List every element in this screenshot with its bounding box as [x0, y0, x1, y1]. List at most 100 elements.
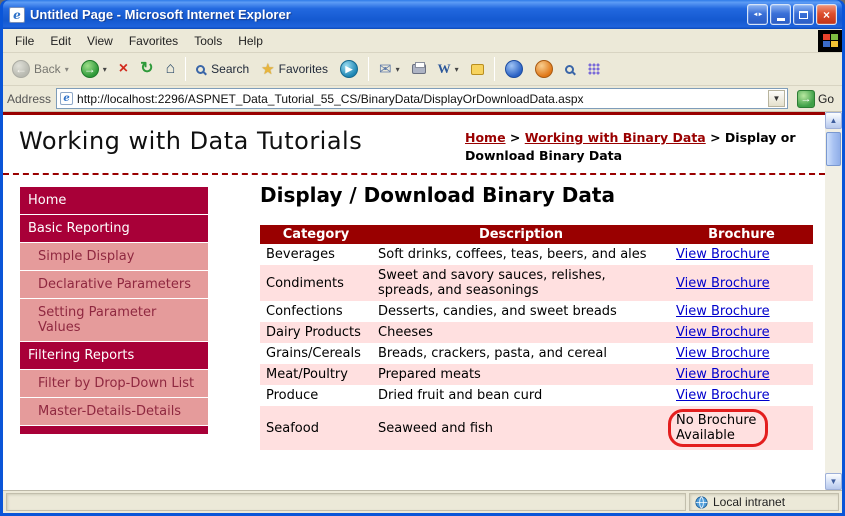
column-header-brochure: Brochure — [670, 225, 813, 244]
browser-window: e Untitled Page - Microsoft Internet Exp… — [0, 0, 845, 516]
vertical-scrollbar[interactable]: ▲ ▼ — [825, 112, 842, 490]
view-brochure-link[interactable]: View Brochure — [676, 367, 770, 382]
description-cell: Sweet and savory sauces, relishes, sprea… — [372, 265, 670, 301]
view-brochure-link[interactable]: View Brochure — [676, 346, 770, 361]
table-row: Condiments Sweet and savory sauces, reli… — [260, 265, 813, 301]
sidebar-item-filter-by-dropdown-list[interactable]: Filter by Drop-Down List — [20, 370, 208, 398]
forward-button[interactable]: → ▾ — [76, 58, 112, 80]
home-button[interactable]: ⌂ — [160, 59, 180, 79]
stop-icon: × — [119, 61, 128, 77]
menu-help[interactable]: Help — [230, 31, 271, 51]
page-icon: e — [60, 92, 73, 105]
sidebar-item-label: Filtering Reports — [28, 348, 134, 363]
sidebar-item-label: Basic Reporting — [28, 221, 130, 236]
back-button[interactable]: ← Back ▾ — [7, 58, 74, 80]
favorites-button[interactable]: ★ Favorites — [256, 60, 333, 79]
security-zone-label: Local intranet — [713, 495, 785, 509]
edit-button[interactable]: W ▾ — [433, 59, 464, 79]
menu-file[interactable]: File — [7, 31, 42, 51]
sidebar-item-master-details-details[interactable]: Master-Details-Details — [20, 398, 208, 426]
table-header-row: Category Description Brochure — [260, 225, 813, 244]
search-button[interactable]: Search — [191, 60, 254, 78]
plugin-button[interactable] — [530, 58, 558, 80]
go-button[interactable]: → Go — [793, 89, 838, 109]
messenger-icon — [505, 60, 523, 78]
sidebar-item-declarative-parameters[interactable]: Declarative Parameters — [20, 271, 208, 299]
discuss-icon — [471, 64, 484, 75]
view-brochure-link[interactable]: View Brochure — [676, 388, 770, 403]
minimize-button[interactable] — [770, 4, 791, 25]
sidebar-item-label: Declarative Parameters — [38, 277, 191, 292]
view-brochure-link[interactable]: View Brochure — [676, 304, 770, 319]
site-title: Working with Data Tutorials — [19, 127, 362, 155]
sidebar-item-label: Setting Parameter Values — [38, 305, 156, 335]
favorites-label: Favorites — [279, 62, 328, 76]
favorites-star-icon: ★ — [261, 62, 274, 77]
windows-logo-icon — [818, 30, 842, 52]
view-brochure-link[interactable]: View Brochure — [676, 325, 770, 340]
minimize-icon — [777, 18, 785, 21]
menu-tools[interactable]: Tools — [186, 31, 230, 51]
home-icon: ⌂ — [165, 61, 175, 77]
sidebar-item-filtering-reports[interactable]: Filtering Reports — [20, 342, 208, 370]
description-cell: Soft drinks, coffees, teas, beers, and a… — [372, 244, 670, 265]
menu-edit[interactable]: Edit — [42, 31, 79, 51]
messenger-button[interactable] — [500, 58, 528, 80]
column-header-category: Category — [260, 225, 372, 244]
scroll-down-button[interactable]: ▼ — [825, 473, 842, 490]
sidebar-item-basic-reporting[interactable]: Basic Reporting — [20, 215, 208, 243]
no-brochure-text: No Brochure Available — [676, 413, 756, 443]
apps-grid-icon — [588, 63, 600, 75]
toolbar-separator — [185, 57, 186, 81]
table-row: Produce Dried fruit and bean curd View B… — [260, 385, 813, 406]
sidebar-item-clipped[interactable] — [20, 426, 208, 435]
mail-button[interactable]: ✉ ▾ — [374, 60, 405, 79]
title-bar: e Untitled Page - Microsoft Internet Exp… — [3, 0, 842, 29]
scroll-up-button[interactable]: ▲ — [825, 112, 842, 129]
sidebar-item-setting-parameter-values[interactable]: Setting Parameter Values — [20, 299, 208, 342]
window-title: Untitled Page - Microsoft Internet Explo… — [30, 7, 742, 22]
address-input[interactable]: e http://localhost:2296/ASPNET_Data_Tuto… — [56, 88, 788, 109]
status-bar: Local intranet — [3, 490, 842, 513]
back-dropdown-icon: ▾ — [65, 65, 69, 74]
description-cell: Desserts, candies, and sweet breads — [372, 301, 670, 322]
window-dock-button[interactable]: ◄► — [747, 4, 768, 25]
stop-button[interactable]: × — [114, 59, 133, 79]
sidebar-item-label: Filter by Drop-Down List — [38, 376, 194, 391]
categories-table: Category Description Brochure Beverages … — [260, 225, 813, 450]
scrollbar-thumb[interactable] — [826, 132, 841, 166]
print-button[interactable] — [407, 62, 431, 76]
view-brochure-link[interactable]: View Brochure — [676, 247, 770, 262]
category-cell: Grains/Cereals — [260, 343, 372, 364]
maximize-button[interactable] — [793, 4, 814, 25]
breadcrumb-link-home[interactable]: Home — [465, 130, 506, 145]
scrollbar-track[interactable] — [825, 129, 842, 473]
breadcrumb-link-section[interactable]: Working with Binary Data — [525, 130, 706, 145]
research-button[interactable] — [560, 63, 581, 76]
category-cell: Dairy Products — [260, 322, 372, 343]
menu-view[interactable]: View — [79, 31, 121, 51]
print-icon — [412, 64, 426, 74]
view-brochure-link[interactable]: View Brochure — [676, 276, 770, 291]
go-label: Go — [818, 92, 834, 106]
description-cell: Breads, crackers, pasta, and cereal — [372, 343, 670, 364]
address-dropdown-button[interactable]: ▼ — [768, 90, 785, 107]
category-cell: Produce — [260, 385, 372, 406]
toolbar-separator — [494, 57, 495, 81]
word-edit-icon: W — [438, 61, 451, 77]
back-icon: ← — [12, 60, 30, 78]
sidebar-item-simple-display[interactable]: Simple Display — [20, 243, 208, 271]
intranet-globe-icon — [695, 496, 708, 509]
address-url[interactable]: http://localhost:2296/ASPNET_Data_Tutori… — [77, 92, 764, 106]
close-button[interactable]: × — [816, 4, 837, 25]
sidebar-item-home[interactable]: Home — [20, 187, 208, 215]
back-label: Back — [34, 62, 61, 76]
category-cell: Meat/Poultry — [260, 364, 372, 385]
sidebar-nav: Home Basic Reporting Simple Display Decl… — [20, 187, 208, 435]
search-icon — [196, 65, 205, 74]
media-button[interactable]: ▶ — [335, 58, 363, 80]
refresh-button[interactable]: ↻ — [135, 59, 158, 79]
menu-favorites[interactable]: Favorites — [121, 31, 186, 51]
apps-grid-button[interactable] — [583, 61, 605, 77]
discuss-button[interactable] — [466, 62, 489, 77]
